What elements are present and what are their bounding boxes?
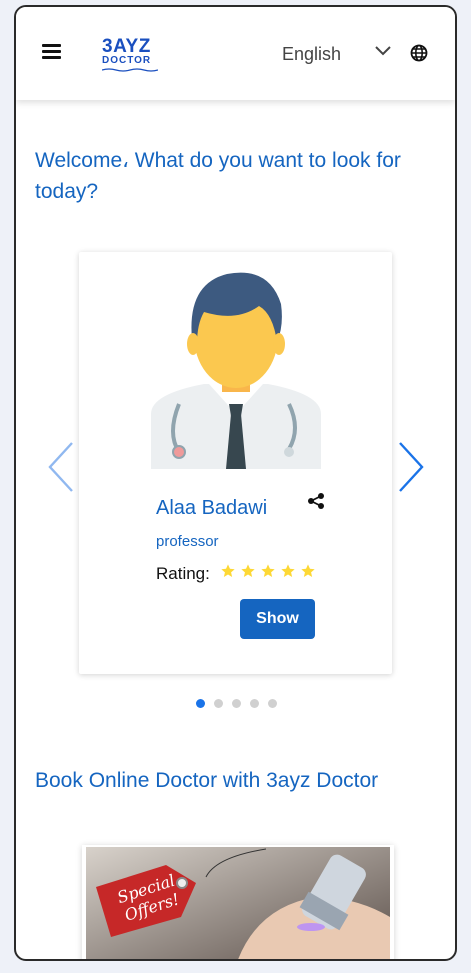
carousel-dot[interactable] (214, 699, 223, 708)
brand-logo[interactable]: 3AYZ DOCTOR (102, 37, 160, 73)
carousel-dot[interactable] (250, 699, 259, 708)
chevron-down-icon[interactable] (374, 45, 392, 57)
chevron-right-icon[interactable] (396, 441, 426, 493)
doctor-card: Alaa Badawi professor Rating: Show (79, 252, 392, 674)
carousel-dot[interactable] (268, 699, 277, 708)
star-icon (241, 564, 255, 577)
star-icon (281, 564, 295, 577)
rating-stars (220, 563, 320, 581)
language-select[interactable]: English (282, 44, 341, 65)
doctor-name[interactable]: Alaa Badawi (156, 497, 267, 520)
doctor-carousel: Alaa Badawi professor Rating: Show (16, 252, 455, 712)
logo-line1: 3AYZ (102, 36, 151, 57)
book-online-heading: Book Online Doctor with 3ayz Doctor (35, 769, 379, 792)
welcome-heading: Welcome، What do you want to look for to… (35, 149, 401, 203)
chevron-left-icon[interactable] (46, 441, 76, 493)
hamburger-icon[interactable] (42, 44, 61, 60)
carousel-dots (196, 695, 286, 713)
star-icon (261, 564, 275, 577)
app-frame: 3AYZ DOCTOR English Welcome، What do you… (14, 5, 457, 961)
doctor-avatar (151, 272, 321, 469)
share-icon[interactable] (307, 492, 325, 510)
special-offers-banner[interactable]: Special Offers! (82, 845, 394, 959)
rating-label: Rating: (156, 564, 210, 583)
logo-line2: DOCTOR (102, 55, 152, 66)
carousel-dot[interactable] (196, 699, 205, 708)
star-icon (221, 564, 235, 577)
carousel-dot[interactable] (232, 699, 241, 708)
doctor-title: professor (156, 533, 219, 550)
star-icon (301, 564, 315, 577)
globe-icon[interactable] (410, 44, 428, 62)
top-header: 3AYZ DOCTOR English (16, 7, 455, 100)
logo-wave-icon (102, 68, 158, 72)
show-button[interactable]: Show (240, 599, 315, 639)
